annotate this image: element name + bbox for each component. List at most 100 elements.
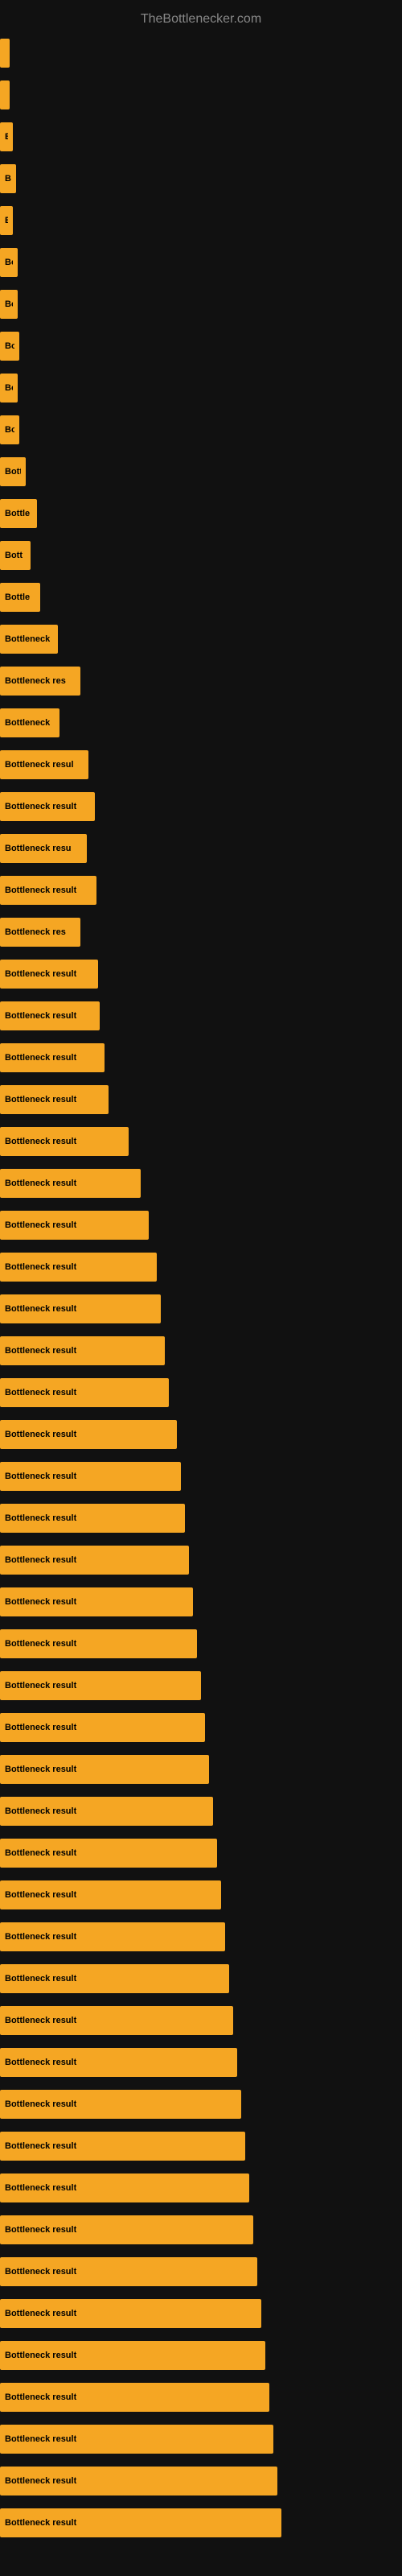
- bar-label: Bottleneck result: [5, 2058, 76, 2067]
- bar-label: Bottleneck result: [5, 2351, 76, 2360]
- bar-row: Bottleneck result: [0, 2334, 402, 2376]
- bar-row: Bottleneck result: [0, 2251, 402, 2293]
- bar-row: Bo: [0, 242, 402, 283]
- bar-row: B: [0, 116, 402, 158]
- bar-row: Bottleneck result: [0, 1665, 402, 1707]
- bar-label: B: [5, 132, 8, 142]
- bar-row: Bottleneck result: [0, 2041, 402, 2083]
- bar: Bottleneck result: [0, 1420, 177, 1449]
- bar-row: Bottleneck result: [0, 1455, 402, 1497]
- bar: Bottleneck result: [0, 1001, 100, 1030]
- bar-label: Bottleneck result: [5, 2392, 76, 2402]
- bar-row: Bottleneck result: [0, 1162, 402, 1204]
- bar: Bo: [0, 164, 16, 193]
- bar-label: Bottleneck result: [5, 1346, 76, 1356]
- bar: Bottleneck result: [0, 1880, 221, 1909]
- bar: Bottleneck result: [0, 1671, 201, 1700]
- bar-label: Bottleneck result: [5, 1388, 76, 1397]
- bar-row: Bottleneck res: [0, 911, 402, 953]
- bar-label: Bottleneck result: [5, 1639, 76, 1649]
- bar: Bottleneck result: [0, 1713, 205, 1742]
- bar: Bottleneck result: [0, 876, 96, 905]
- bar-label: Bottleneck result: [5, 802, 76, 811]
- bar-label: B: [5, 216, 8, 225]
- bar-label: Bottleneck: [5, 634, 50, 644]
- bar-label: Bottleneck result: [5, 1472, 76, 1481]
- bar: Bottleneck result: [0, 1127, 129, 1156]
- bar-row: Bottleneck resul: [0, 744, 402, 786]
- bar: Bottleneck result: [0, 1922, 225, 1951]
- bar: Bottleneck result: [0, 2425, 273, 2454]
- bar-label: Bottleneck result: [5, 2434, 76, 2444]
- bar-label: Bo: [5, 425, 14, 435]
- bar: Bottleneck resul: [0, 750, 88, 779]
- bar-label: Bottleneck resu: [5, 844, 72, 853]
- bar: Bottleneck result: [0, 792, 95, 821]
- bar-row: Bottleneck result: [0, 1372, 402, 1414]
- bar-row: Bottleneck result: [0, 2000, 402, 2041]
- bar-label: Bottle: [5, 592, 30, 602]
- site-title: TheBottlenecker.com: [0, 4, 402, 31]
- bar: Bottleneck result: [0, 2215, 253, 2244]
- bar-row: Bo: [0, 409, 402, 451]
- bar: Bottleneck result: [0, 2383, 269, 2412]
- bar-label: Bottleneck result: [5, 1932, 76, 1942]
- bar: Bott: [0, 457, 26, 486]
- bar: Bottleneck result: [0, 1336, 165, 1365]
- bar: Bottle: [0, 499, 37, 528]
- bar: Bo: [0, 248, 18, 277]
- bar-row: [0, 74, 402, 116]
- bar: [0, 80, 10, 109]
- bar-label: Bo: [5, 383, 13, 393]
- bar: Bottleneck result: [0, 1253, 157, 1282]
- bar-label: Bott: [5, 467, 21, 477]
- bar-row: Bottleneck result: [0, 1874, 402, 1916]
- bar: Bo: [0, 374, 18, 402]
- bar-label: Bottleneck result: [5, 1304, 76, 1314]
- bar: Bottleneck result: [0, 1462, 181, 1491]
- bar-row: B: [0, 200, 402, 242]
- bar: Bottleneck result: [0, 2174, 249, 2202]
- bar: Bottleneck result: [0, 2090, 241, 2119]
- bars-container: BBoBBoBoBoBoBoBottBottleBottBottleBottle…: [0, 32, 402, 2544]
- bar: Bottleneck result: [0, 1085, 109, 1114]
- bar-label: Bottleneck result: [5, 1681, 76, 1690]
- bar: Bottle: [0, 583, 40, 612]
- bar-label: Bottleneck result: [5, 1011, 76, 1021]
- bar-row: Bottleneck result: [0, 1246, 402, 1288]
- bar-row: Bottleneck result: [0, 1790, 402, 1832]
- bar-label: Bottleneck result: [5, 1220, 76, 1230]
- bar-row: Bottleneck result: [0, 2167, 402, 2209]
- bar-label: Bottleneck result: [5, 2225, 76, 2235]
- bar-label: Bo: [5, 258, 13, 267]
- bar: Bottleneck result: [0, 1546, 189, 1575]
- bar-label: Bottleneck result: [5, 1848, 76, 1858]
- bar: Bottleneck res: [0, 918, 80, 947]
- bar-row: Bottleneck result: [0, 2460, 402, 2502]
- bar-row: [0, 32, 402, 74]
- bar: Bottleneck: [0, 708, 59, 737]
- bar-label: Bottleneck result: [5, 1555, 76, 1565]
- bar-label: Bottleneck result: [5, 1179, 76, 1188]
- bar-row: Bottleneck result: [0, 2502, 402, 2544]
- bar: Bottleneck result: [0, 2341, 265, 2370]
- bar: Bottleneck resu: [0, 834, 87, 863]
- bar-row: Bottleneck result: [0, 786, 402, 828]
- bar: Bottleneck result: [0, 960, 98, 989]
- bar-label: Bo: [5, 299, 13, 309]
- bar: Bottleneck result: [0, 1797, 213, 1826]
- bar: Bottleneck result: [0, 2006, 233, 2035]
- bar-label: Bottleneck result: [5, 886, 76, 895]
- bar-label: Bottleneck res: [5, 927, 66, 937]
- bar-label: Bottleneck result: [5, 1430, 76, 1439]
- bar-row: Bottleneck result: [0, 1581, 402, 1623]
- bar-row: Bottleneck result: [0, 1623, 402, 1665]
- bar-label: Bottleneck result: [5, 2309, 76, 2318]
- bar-label: Bottleneck result: [5, 1974, 76, 1984]
- bar: Bottleneck result: [0, 2048, 237, 2077]
- bar-row: Bottleneck result: [0, 2083, 402, 2125]
- bar-row: Bottleneck result: [0, 1288, 402, 1330]
- bar-label: Bo: [5, 341, 14, 351]
- bar: B: [0, 206, 13, 235]
- bar-label: Bottleneck: [5, 718, 50, 728]
